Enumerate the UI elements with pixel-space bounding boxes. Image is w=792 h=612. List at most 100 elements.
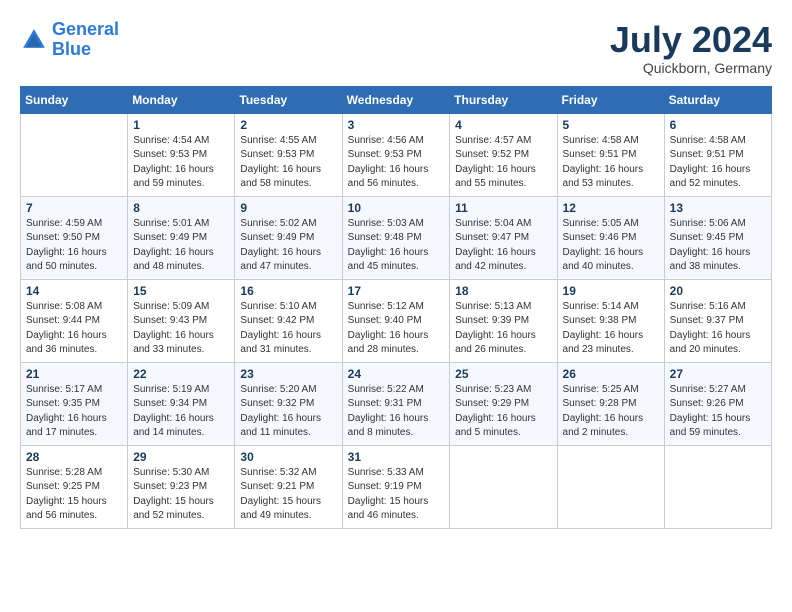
- day-info: Sunrise: 4:54 AMSunset: 9:53 PMDaylight:…: [133, 134, 229, 192]
- day-info: Sunrise: 5:03 AMSunset: 9:48 PMDaylight:…: [348, 217, 445, 275]
- calendar-cell: [21, 113, 128, 196]
- day-number: 16: [240, 284, 336, 298]
- header-tuesday: Tuesday: [235, 86, 342, 113]
- calendar-cell: 4 Sunrise: 4:57 AMSunset: 9:52 PMDaylight…: [450, 113, 557, 196]
- calendar-cell: 19 Sunrise: 5:14 AMSunset: 9:38 PMDayligh…: [557, 279, 664, 362]
- day-info: Sunrise: 5:17 AMSunset: 9:35 PMDaylight:…: [26, 383, 122, 441]
- day-number: 20: [670, 284, 766, 298]
- day-number: 19: [563, 284, 659, 298]
- calendar-cell: 31 Sunrise: 5:33 AMSunset: 9:19 PMDayligh…: [342, 445, 450, 528]
- day-number: 31: [348, 450, 445, 464]
- logo-icon: [20, 26, 48, 54]
- calendar-header: SundayMondayTuesdayWednesdayThursdayFrid…: [21, 86, 772, 113]
- calendar-cell: 29Sunrise: 5:30 AMSunset: 9:23 PMDayligh…: [128, 445, 235, 528]
- calendar-cell: 25 Sunrise: 5:23 AMSunset: 9:29 PMDayligh…: [450, 362, 557, 445]
- calendar-cell: 17Sunrise: 5:12 AMSunset: 9:40 PMDayligh…: [342, 279, 450, 362]
- calendar-cell: 27Sunrise: 5:27 AMSunset: 9:26 PMDayligh…: [664, 362, 771, 445]
- day-number: 4: [455, 118, 551, 132]
- day-number: 30: [240, 450, 336, 464]
- day-number: 22: [133, 367, 229, 381]
- day-info: Sunrise: 5:32 AMSunset: 9:21 PMDaylight:…: [240, 466, 336, 524]
- calendar-cell: 16 Sunrise: 5:10 AMSunset: 9:42 PMDayligh…: [235, 279, 342, 362]
- page-header: General Blue July 2024 Quickborn, German…: [20, 20, 772, 76]
- calendar-cell: 20 Sunrise: 5:16 AMSunset: 9:37 PMDayligh…: [664, 279, 771, 362]
- header-thursday: Thursday: [450, 86, 557, 113]
- calendar-cell: 10 Sunrise: 5:03 AMSunset: 9:48 PMDayligh…: [342, 196, 450, 279]
- day-info: Sunrise: 5:05 AMSunset: 9:46 PMDaylight:…: [563, 217, 659, 275]
- day-number: 11: [455, 201, 551, 215]
- day-info: Sunrise: 5:13 AMSunset: 9:39 PMDaylight:…: [455, 300, 551, 358]
- calendar-week-5: 28 Sunrise: 5:28 AMSunset: 9:25 PMDayligh…: [21, 445, 772, 528]
- calendar-week-2: 7 Sunrise: 4:59 AMSunset: 9:50 PMDaylight…: [21, 196, 772, 279]
- day-info: Sunrise: 4:59 AMSunset: 9:50 PMDaylight:…: [26, 217, 122, 275]
- day-number: 28: [26, 450, 122, 464]
- calendar-week-3: 14 Sunrise: 5:08 AMSunset: 9:44 PMDayligh…: [21, 279, 772, 362]
- day-number: 8: [133, 201, 229, 215]
- day-info: Sunrise: 5:23 AMSunset: 9:29 PMDaylight:…: [455, 383, 551, 441]
- calendar-cell: 6Sunrise: 4:58 AMSunset: 9:51 PMDaylight…: [664, 113, 771, 196]
- logo: General Blue: [20, 20, 119, 60]
- calendar-cell: 5 Sunrise: 4:58 AMSunset: 9:51 PMDaylight…: [557, 113, 664, 196]
- header-monday: Monday: [128, 86, 235, 113]
- day-number: 26: [563, 367, 659, 381]
- calendar-week-4: 21 Sunrise: 5:17 AMSunset: 9:35 PMDayligh…: [21, 362, 772, 445]
- calendar-cell: 18 Sunrise: 5:13 AMSunset: 9:39 PMDayligh…: [450, 279, 557, 362]
- location-subtitle: Quickborn, Germany: [610, 60, 772, 76]
- calendar-cell: 12 Sunrise: 5:05 AMSunset: 9:46 PMDayligh…: [557, 196, 664, 279]
- day-number: 23: [240, 367, 336, 381]
- day-info: Sunrise: 5:04 AMSunset: 9:47 PMDaylight:…: [455, 217, 551, 275]
- day-number: 17: [348, 284, 445, 298]
- day-number: 3: [348, 118, 445, 132]
- calendar-cell: 22 Sunrise: 5:19 AMSunset: 9:34 PMDayligh…: [128, 362, 235, 445]
- calendar-cell: [450, 445, 557, 528]
- day-number: 25: [455, 367, 551, 381]
- day-number: 7: [26, 201, 122, 215]
- calendar-cell: 30 Sunrise: 5:32 AMSunset: 9:21 PMDayligh…: [235, 445, 342, 528]
- logo-text: General Blue: [52, 20, 119, 60]
- day-number: 14: [26, 284, 122, 298]
- calendar-cell: 8 Sunrise: 5:01 AMSunset: 9:49 PMDaylight…: [128, 196, 235, 279]
- day-info: Sunrise: 5:01 AMSunset: 9:49 PMDaylight:…: [133, 217, 229, 275]
- day-info: Sunrise: 4:58 AMSunset: 9:51 PMDaylight:…: [563, 134, 659, 192]
- day-info: Sunrise: 4:55 AMSunset: 9:53 PMDaylight:…: [240, 134, 336, 192]
- day-number: 10: [348, 201, 445, 215]
- header-friday: Friday: [557, 86, 664, 113]
- day-number: 24: [348, 367, 445, 381]
- header-row: SundayMondayTuesdayWednesdayThursdayFrid…: [21, 86, 772, 113]
- day-info: Sunrise: 4:56 AMSunset: 9:53 PMDaylight:…: [348, 134, 445, 192]
- day-info: Sunrise: 5:27 AMSunset: 9:26 PMDaylight:…: [670, 383, 766, 441]
- day-number: 15: [133, 284, 229, 298]
- day-info: Sunrise: 5:08 AMSunset: 9:44 PMDaylight:…: [26, 300, 122, 358]
- day-info: Sunrise: 5:10 AMSunset: 9:42 PMDaylight:…: [240, 300, 336, 358]
- day-number: 5: [563, 118, 659, 132]
- day-number: 1: [133, 118, 229, 132]
- day-number: 18: [455, 284, 551, 298]
- calendar-body: 1 Sunrise: 4:54 AMSunset: 9:53 PMDaylight…: [21, 113, 772, 528]
- calendar-cell: 14 Sunrise: 5:08 AMSunset: 9:44 PMDayligh…: [21, 279, 128, 362]
- day-number: 6: [670, 118, 766, 132]
- calendar-cell: 28 Sunrise: 5:28 AMSunset: 9:25 PMDayligh…: [21, 445, 128, 528]
- calendar-cell: 13Sunrise: 5:06 AMSunset: 9:45 PMDayligh…: [664, 196, 771, 279]
- header-sunday: Sunday: [21, 86, 128, 113]
- calendar-cell: 1 Sunrise: 4:54 AMSunset: 9:53 PMDaylight…: [128, 113, 235, 196]
- day-info: Sunrise: 5:28 AMSunset: 9:25 PMDaylight:…: [26, 466, 122, 524]
- day-number: 12: [563, 201, 659, 215]
- calendar-cell: 26Sunrise: 5:25 AMSunset: 9:28 PMDayligh…: [557, 362, 664, 445]
- day-number: 21: [26, 367, 122, 381]
- calendar-cell: 7 Sunrise: 4:59 AMSunset: 9:50 PMDaylight…: [21, 196, 128, 279]
- calendar-cell: 23Sunrise: 5:20 AMSunset: 9:32 PMDayligh…: [235, 362, 342, 445]
- day-number: 2: [240, 118, 336, 132]
- day-info: Sunrise: 5:33 AMSunset: 9:19 PMDaylight:…: [348, 466, 445, 524]
- calendar-cell: 15Sunrise: 5:09 AMSunset: 9:43 PMDayligh…: [128, 279, 235, 362]
- calendar-cell: 21 Sunrise: 5:17 AMSunset: 9:35 PMDayligh…: [21, 362, 128, 445]
- calendar-table: SundayMondayTuesdayWednesdayThursdayFrid…: [20, 86, 772, 529]
- day-info: Sunrise: 5:14 AMSunset: 9:38 PMDaylight:…: [563, 300, 659, 358]
- day-info: Sunrise: 5:06 AMSunset: 9:45 PMDaylight:…: [670, 217, 766, 275]
- calendar-cell: [664, 445, 771, 528]
- day-info: Sunrise: 5:16 AMSunset: 9:37 PMDaylight:…: [670, 300, 766, 358]
- day-info: Sunrise: 5:22 AMSunset: 9:31 PMDaylight:…: [348, 383, 445, 441]
- day-number: 9: [240, 201, 336, 215]
- calendar-cell: 24 Sunrise: 5:22 AMSunset: 9:31 PMDayligh…: [342, 362, 450, 445]
- day-info: Sunrise: 4:57 AMSunset: 9:52 PMDaylight:…: [455, 134, 551, 192]
- day-info: Sunrise: 5:19 AMSunset: 9:34 PMDaylight:…: [133, 383, 229, 441]
